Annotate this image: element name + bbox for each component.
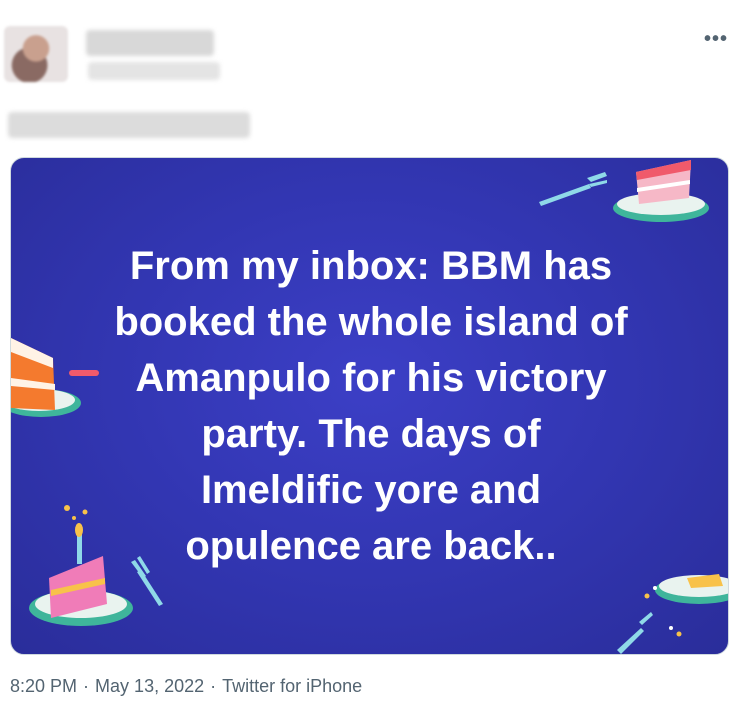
separator: · — [210, 676, 217, 696]
separator: · — [83, 676, 90, 696]
tweet-time[interactable]: 8:20 PM — [10, 676, 77, 696]
fork-icon — [539, 172, 607, 206]
more-icon: ••• — [703, 28, 728, 50]
quote-line: From my inbox: BBM has — [129, 244, 613, 288]
quote-line: party. The days of — [201, 412, 541, 456]
tweet-source-link[interactable]: Twitter for iPhone — [222, 676, 362, 696]
display-name-blurred[interactable] — [86, 30, 214, 56]
username-blurred[interactable] — [88, 62, 220, 80]
tweet-date[interactable]: May 13, 2022 — [95, 676, 204, 696]
tweet-image[interactable]: From my inbox: BBM has booked the whole … — [10, 157, 729, 655]
more-options-button[interactable]: ••• — [704, 28, 728, 51]
quote-line: Amanpulo for his victory — [135, 356, 607, 400]
tweet-text-blurred — [8, 112, 250, 138]
image-quote-text: From my inbox: BBM has booked the whole … — [51, 238, 691, 574]
avatar[interactable] — [4, 26, 68, 82]
quote-line: opulence are back.. — [185, 524, 557, 568]
fork-icon — [617, 612, 653, 654]
tweet-timestamp: 8:20 PM · May 13, 2022 · Twitter for iPhone — [10, 676, 362, 697]
quote-line: Imeldific yore and — [200, 468, 542, 512]
quote-line: booked the whole island of — [114, 300, 628, 344]
